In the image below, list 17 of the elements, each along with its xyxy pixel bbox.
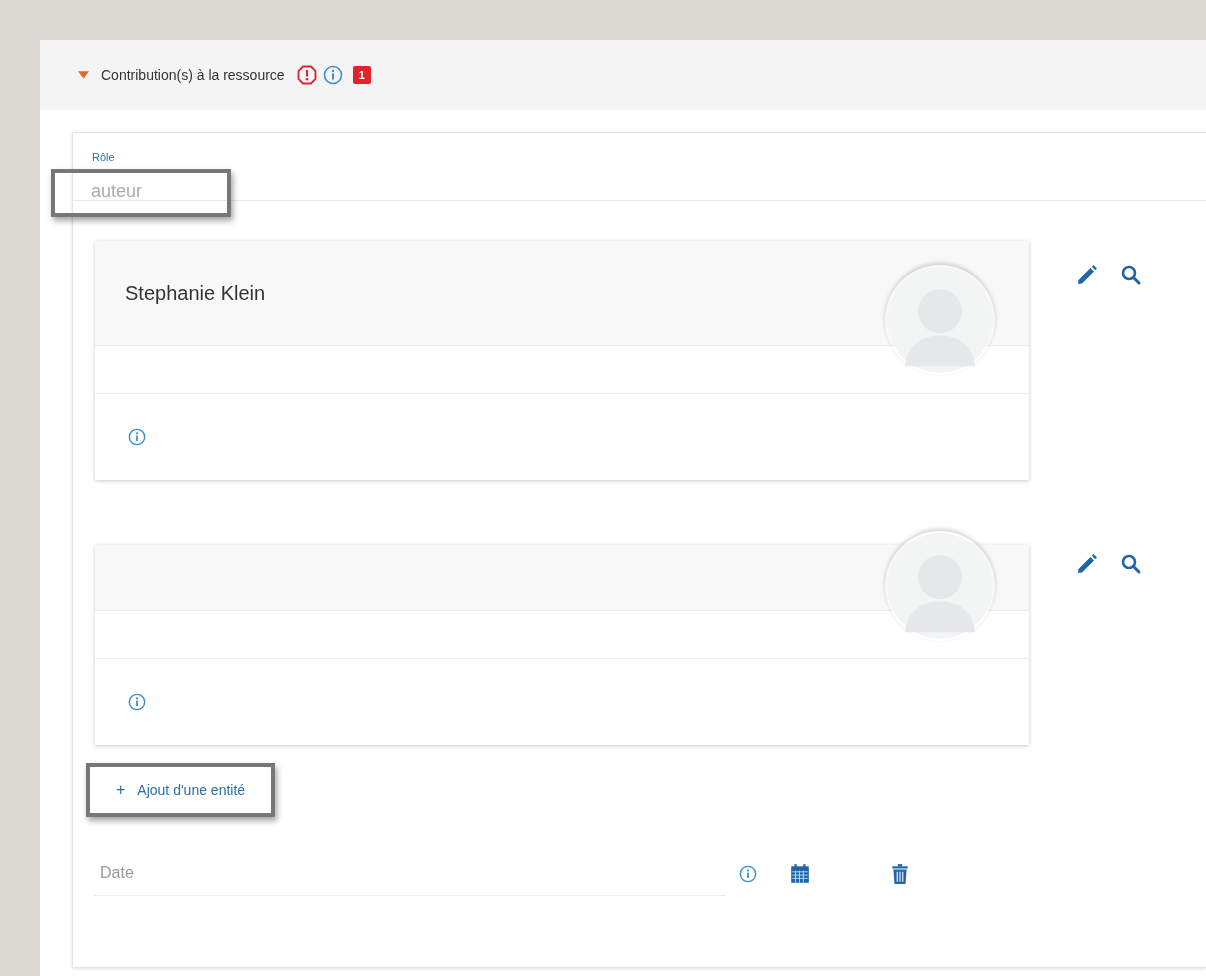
- info-icon[interactable]: [128, 428, 146, 446]
- info-icon[interactable]: [128, 693, 146, 711]
- error-count-badge: 1: [352, 66, 371, 84]
- search-icon[interactable]: [1119, 263, 1143, 287]
- edit-icon[interactable]: [1075, 263, 1099, 287]
- warning-icon: [296, 65, 317, 85]
- info-icon[interactable]: [739, 864, 757, 883]
- section-title: Contribution(s) à la ressource: [101, 67, 285, 83]
- edit-icon[interactable]: [1075, 552, 1099, 576]
- entity-name: Stephanie Klein: [125, 281, 266, 305]
- add-entity-button[interactable]: + Ajout d'une entité: [86, 763, 276, 817]
- search-icon[interactable]: [1119, 552, 1143, 576]
- field-label: Rôle: [92, 151, 115, 163]
- trash-icon[interactable]: [889, 862, 911, 885]
- caret-icon[interactable]: [78, 71, 89, 79]
- info-icon[interactable]: [322, 65, 343, 85]
- calendar-icon[interactable]: [789, 862, 811, 885]
